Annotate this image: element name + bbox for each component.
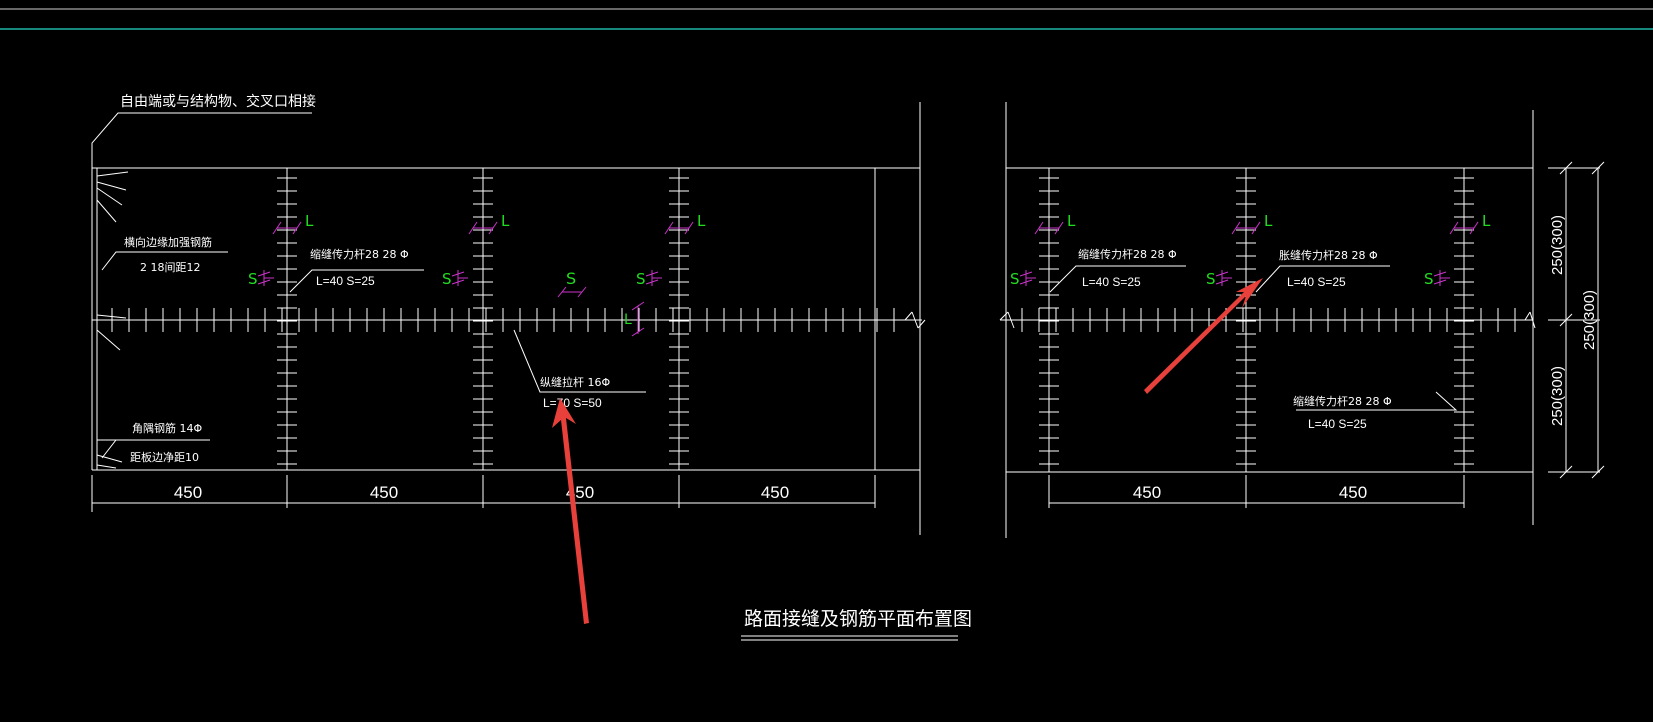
edge-rebar-spec: 2 18间距12 — [140, 261, 201, 274]
dowel-spec-right-b: L=40 S=25 — [1287, 275, 1346, 289]
tie-bar-spec: L=70 S=50 — [543, 396, 602, 410]
vdim-right-1: 250(300) — [1549, 215, 1566, 275]
left-longitudinal-joint — [92, 308, 926, 332]
break-symbol — [904, 311, 913, 321]
annotation-arrow-1 — [552, 398, 589, 624]
dowel-label-left: 缩缝传力杆28 28 Φ — [310, 247, 409, 261]
tie-bar-label: 纵缝拉杆 16Φ — [540, 375, 610, 389]
dowel-spec-left: L=40 S=25 — [316, 274, 375, 288]
length-marker-letter: L — [501, 212, 510, 230]
break-symbol — [1524, 311, 1531, 321]
dowel-spec-right-c: L=40 S=25 — [1308, 417, 1367, 431]
spacing-marker-letter: S — [248, 270, 258, 288]
length-marker-letter: L — [1482, 212, 1491, 230]
dowel-label-right-b: 胀缝传力杆28 28 Φ — [1279, 248, 1378, 262]
dowel-label-right-a: 缩缝传力杆28 28 Φ — [1078, 247, 1177, 261]
corner-rebar-label: 角隅钢筋 14Φ — [132, 421, 202, 435]
dim-left-4: 450 — [761, 483, 789, 502]
dowel-label-right-c: 缩缝传力杆28 28 Φ — [1293, 394, 1392, 408]
spacing-marker-letter: S — [442, 270, 452, 288]
tie-spacing-letter: S — [566, 269, 576, 288]
break-symbol — [917, 319, 926, 329]
spacing-marker-letter: S — [1424, 270, 1434, 288]
vdim-right-2: 250(300) — [1581, 290, 1598, 350]
spacing-marker-letter: S — [1206, 270, 1216, 288]
right-dimension-line — [1048, 475, 1465, 508]
drawing-title: 路面接缝及钢筋平面布置图 — [744, 608, 972, 630]
tie-length-letter: L — [624, 312, 632, 328]
dowel-spec-right-a: L=40 S=25 — [1082, 275, 1141, 289]
length-marker-letter: L — [697, 212, 706, 230]
dim-right-2: 450 — [1339, 483, 1367, 502]
length-marker-letter: L — [1067, 212, 1076, 230]
edge-rebar-label: 横向边缘加强钢筋 — [124, 235, 212, 249]
cad-drawing-canvas: 自由端或与结构物、交叉口相接 横向边缘加强钢筋 2 18间距12 角隅钢筋 14… — [0, 8, 1653, 641]
corner-rebar-spec: 距板边净距10 — [130, 450, 199, 464]
left-slab-plan — [91, 102, 921, 535]
annotation-arrow-2 — [1144, 278, 1263, 394]
joint-markers: L L L L L L S S S S S S S L — [248, 212, 1491, 337]
vdim-right-3: 250(300) — [1549, 366, 1566, 426]
length-marker-letter: L — [305, 212, 314, 230]
spacing-marker-letter: S — [1010, 270, 1020, 288]
free-end-callout: 自由端或与结构物、交叉口相接 — [120, 93, 316, 110]
left-dimension-line — [91, 475, 876, 512]
dim-left-1: 450 — [174, 483, 202, 502]
break-symbol — [999, 311, 1009, 321]
dim-right-1: 450 — [1133, 483, 1161, 502]
length-marker-letter: L — [1264, 212, 1273, 230]
spacing-marker-letter: S — [636, 270, 646, 288]
right-longitudinal-joint — [999, 308, 1536, 332]
dim-left-2: 450 — [370, 483, 398, 502]
